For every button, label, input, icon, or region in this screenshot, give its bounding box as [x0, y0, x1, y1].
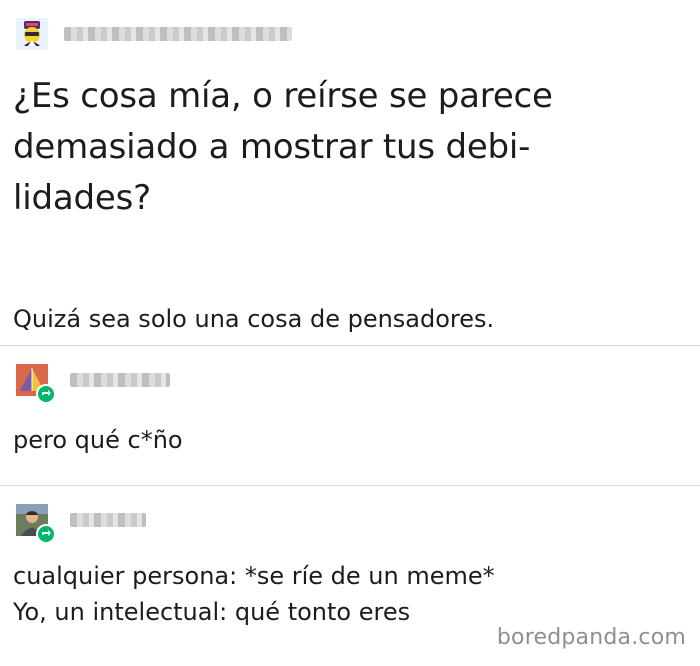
- post-title-line: lidades?: [13, 178, 151, 218]
- post-header: [16, 504, 146, 544]
- yellow-cartoon-character-avatar-icon: [16, 18, 48, 50]
- reblog-comment: pero qué c*ño: [0, 346, 700, 485]
- reblog-comment-text: pero qué c*ño: [13, 426, 183, 454]
- avatar[interactable]: [16, 364, 56, 404]
- reblog-comment-text-line: Yo, un intelectual: qué tonto eres: [13, 598, 411, 626]
- post-header: [16, 364, 170, 404]
- post-subtitle: Quizá sea solo una cosa de pensadores.: [13, 305, 495, 333]
- post-title-line: ¿Es cosa mía, o reírse se parece: [13, 76, 553, 116]
- reblog-comment-text-line: cualquier persona: *se ríe de un meme*: [13, 562, 495, 590]
- username-obscured[interactable]: [70, 373, 170, 387]
- post-original: ¿Es cosa mía, o reírse se parece demasia…: [0, 0, 700, 345]
- post-header: [16, 18, 292, 50]
- avatar[interactable]: [16, 18, 48, 50]
- reblog-comment: cualquier persona: *se ríe de un meme* Y…: [0, 486, 700, 666]
- avatar[interactable]: [16, 504, 56, 544]
- post-title: ¿Es cosa mía, o reírse se parece demasia…: [13, 71, 673, 224]
- post-title-line: demasiado a mostrar tus debi-: [13, 127, 531, 167]
- username-obscured[interactable]: [64, 27, 292, 41]
- watermark: boredpanda.com: [496, 625, 686, 650]
- username-obscured[interactable]: [70, 513, 146, 527]
- reblog-icon: [36, 524, 56, 544]
- reblog-icon: [36, 384, 56, 404]
